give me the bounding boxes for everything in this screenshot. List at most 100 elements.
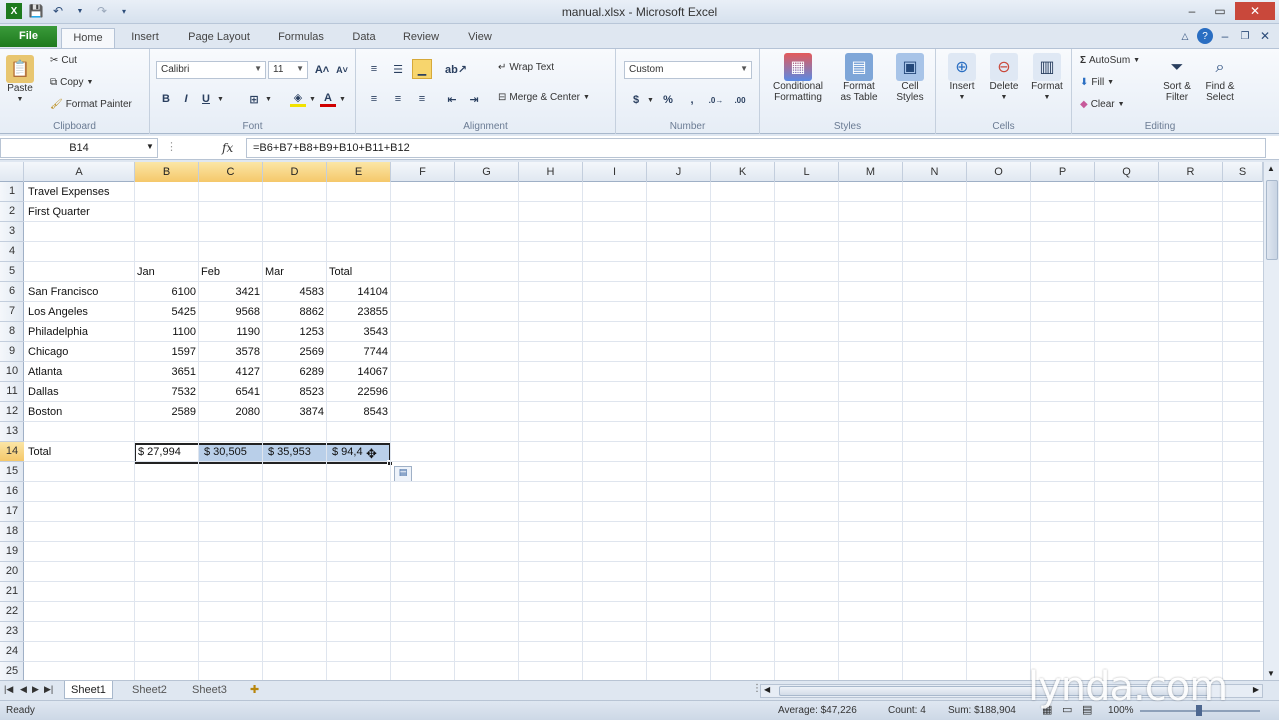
row-header-16[interactable]: 16	[0, 482, 24, 502]
cell-e6[interactable]: 14104	[327, 282, 391, 302]
tab-data[interactable]: Data	[345, 28, 383, 48]
row-header-1[interactable]: 1	[0, 182, 24, 202]
shrink-font-button[interactable]: A˅	[334, 62, 350, 78]
font-color-button[interactable]: A ▼	[320, 91, 346, 107]
workbook-restore-icon[interactable]: ❐	[1237, 28, 1253, 44]
column-header-n[interactable]: N	[903, 162, 967, 182]
row-header-5[interactable]: 5	[0, 262, 24, 282]
bold-button[interactable]: B	[158, 91, 174, 107]
tab-formulas[interactable]: Formulas	[270, 28, 332, 48]
row-header-20[interactable]: 20	[0, 562, 24, 582]
sheet-tab-sheet3[interactable]: Sheet3	[186, 681, 233, 699]
first-sheet-icon[interactable]: |◀	[4, 684, 13, 695]
italic-button[interactable]: I	[178, 91, 194, 107]
align-right-button[interactable]: ≡	[414, 91, 430, 107]
help-icon[interactable]: ?	[1197, 28, 1213, 44]
format-as-table-button[interactable]: ▤ Format as Table	[834, 53, 884, 103]
column-header-r[interactable]: R	[1159, 162, 1223, 182]
scroll-up-icon[interactable]: ▲	[1267, 164, 1275, 173]
cell-e5[interactable]: Total	[329, 262, 352, 282]
minimize-icon[interactable]: –	[1179, 2, 1205, 20]
cell-c7[interactable]: 9568	[199, 302, 263, 322]
column-header-p[interactable]: P	[1031, 162, 1095, 182]
format-cells-button[interactable]: ▥ Format ▼	[1026, 53, 1068, 103]
row-header-9[interactable]: 9	[0, 342, 24, 362]
row-header-14[interactable]: 14	[0, 442, 24, 462]
align-center-button[interactable]: ≡	[390, 91, 406, 107]
column-header-o[interactable]: O	[967, 162, 1031, 182]
scroll-right-icon[interactable]: ▶	[1253, 685, 1259, 694]
autosum-button[interactable]: Σ AutoSum ▼	[1080, 55, 1140, 66]
currency-button[interactable]: $ ▼	[628, 92, 654, 108]
font-size-combo[interactable]: 11 ▼	[268, 61, 308, 79]
cell-c11[interactable]: 6541	[199, 382, 263, 402]
column-header-a[interactable]: A	[24, 162, 135, 182]
row-header-22[interactable]: 22	[0, 602, 24, 622]
insert-sheet-icon[interactable]: ✚	[250, 683, 259, 696]
auto-fill-options-icon[interactable]: ▤	[394, 466, 412, 482]
find-select-button[interactable]: ⌕ Find & Select	[1200, 53, 1240, 103]
minimize-ribbon-icon[interactable]: △	[1177, 28, 1193, 44]
percent-button[interactable]: %	[660, 92, 676, 108]
scroll-down-icon[interactable]: ▼	[1267, 669, 1275, 678]
cell-d11[interactable]: 8523	[263, 382, 327, 402]
cell-d12[interactable]: 3874	[263, 402, 327, 422]
tab-file[interactable]: File	[0, 26, 57, 47]
name-box-dropdown-icon[interactable]: ▼	[146, 142, 154, 151]
cell-b7[interactable]: 5425	[135, 302, 199, 322]
column-header-m[interactable]: M	[839, 162, 903, 182]
decrease-indent-button[interactable]: ⇤	[444, 91, 460, 107]
tab-insert[interactable]: Insert	[125, 28, 165, 48]
maximize-icon[interactable]: ▭	[1207, 2, 1233, 20]
name-box[interactable]: B14	[0, 138, 158, 158]
next-sheet-icon[interactable]: ▶	[32, 684, 39, 695]
cell-a12[interactable]: Boston	[28, 402, 62, 422]
row-header-11[interactable]: 11	[0, 382, 24, 402]
row-header-17[interactable]: 17	[0, 502, 24, 522]
cell-b8[interactable]: 1100	[135, 322, 199, 342]
column-header-c[interactable]: C	[199, 162, 263, 182]
cell-d8[interactable]: 1253	[263, 322, 327, 342]
vertical-scroll-thumb[interactable]	[1266, 180, 1278, 260]
row-header-7[interactable]: 7	[0, 302, 24, 322]
last-sheet-icon[interactable]: ▶|	[44, 684, 53, 695]
formula-input[interactable]: =B6+B7+B8+B9+B10+B11+B12	[246, 138, 1266, 158]
tab-page-layout[interactable]: Page Layout	[180, 28, 258, 48]
cell-b5[interactable]: Jan	[137, 262, 155, 282]
row-header-4[interactable]: 4	[0, 242, 24, 262]
cell-styles-button[interactable]: ▣ Cell Styles	[888, 53, 932, 103]
row-header-10[interactable]: 10	[0, 362, 24, 382]
row-header-12[interactable]: 12	[0, 402, 24, 422]
increase-decimal-button[interactable]: .0→	[708, 92, 724, 108]
fill-color-button[interactable]: ◈ ▼	[290, 91, 316, 107]
tab-home[interactable]: Home	[61, 28, 115, 48]
paste-button[interactable]: 📋 Paste ▼	[6, 55, 34, 105]
close-icon[interactable]: ✕	[1235, 2, 1275, 20]
conditional-formatting-button[interactable]: ▦ Conditional Formatting	[766, 53, 830, 103]
cell-d5[interactable]: Mar	[265, 262, 284, 282]
cell-a6[interactable]: San Francisco	[28, 282, 98, 302]
insert-function-icon[interactable]: fx	[222, 141, 233, 155]
number-format-combo[interactable]: Custom ▼	[624, 61, 752, 79]
wrap-text-button[interactable]: ↵ Wrap Text	[498, 62, 554, 73]
workbook-close-icon[interactable]: ✕	[1257, 28, 1273, 44]
row-header-6[interactable]: 6	[0, 282, 24, 302]
borders-button[interactable]: ⊞ ▼	[246, 91, 272, 107]
worksheet-grid[interactable]: A B C D E F G H I J K L M N O P Q R S 12…	[0, 162, 1263, 680]
delete-cells-button[interactable]: ⊖ Delete ▼	[984, 53, 1024, 103]
cell-a10[interactable]: Atlanta	[28, 362, 62, 382]
cell-e10[interactable]: 14067	[327, 362, 391, 382]
underline-button[interactable]: U ▼	[198, 91, 224, 107]
merge-center-button[interactable]: ⊟ Merge & Center ▼	[498, 92, 590, 103]
vertical-scrollbar[interactable]: ▲ ▼	[1263, 162, 1279, 680]
cell-d6[interactable]: 4583	[263, 282, 327, 302]
scroll-left-icon[interactable]: ◀	[764, 685, 770, 694]
clear-button[interactable]: ◆ Clear ▼	[1080, 99, 1125, 110]
cut-button[interactable]: ✂ Cut	[50, 55, 77, 66]
cell-a1[interactable]: Travel Expenses	[28, 182, 110, 202]
cell-d7[interactable]: 8862	[263, 302, 327, 322]
row-header-2[interactable]: 2	[0, 202, 24, 222]
cell-a14[interactable]: Total	[28, 442, 51, 462]
column-header-e[interactable]: E	[327, 162, 391, 182]
align-top-button[interactable]: ≡	[366, 61, 382, 77]
